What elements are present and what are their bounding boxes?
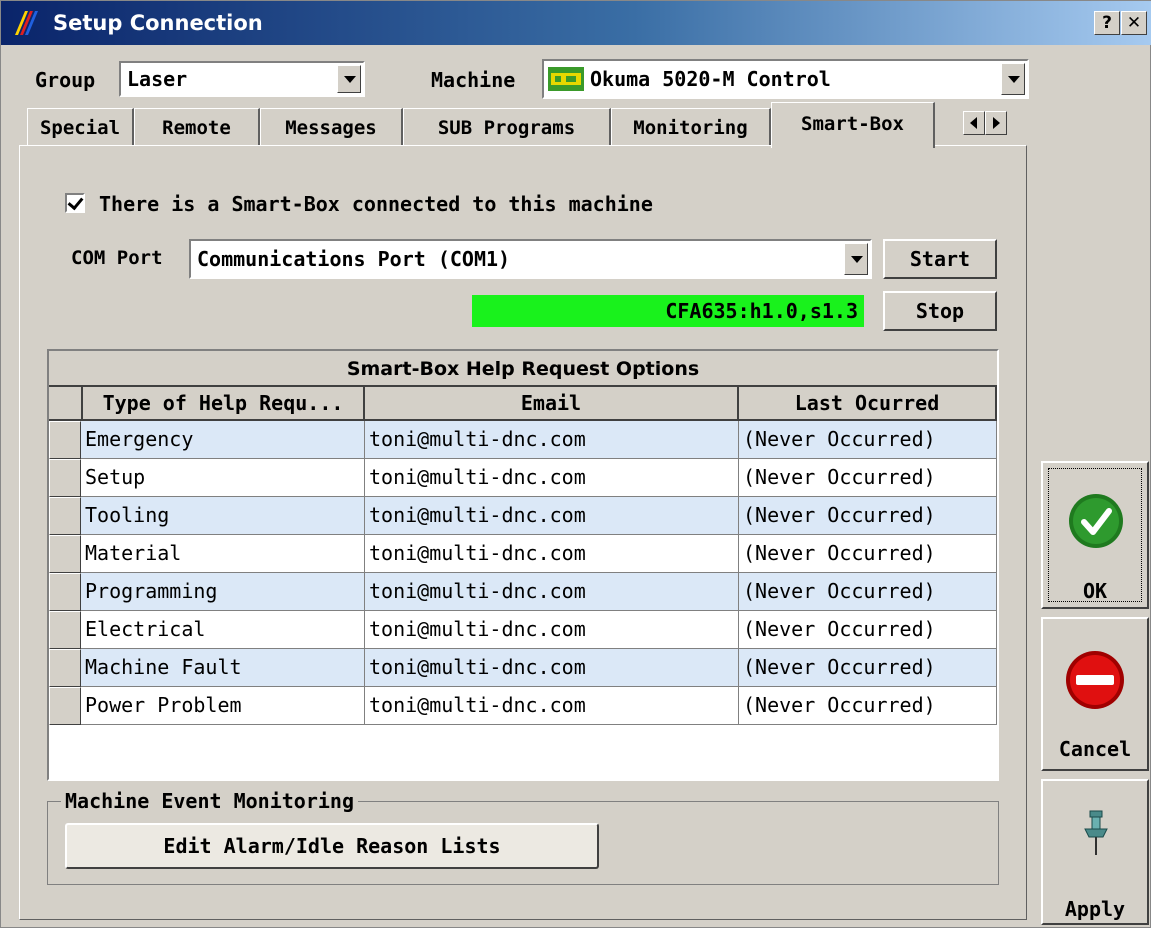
- cell-last-occurred[interactable]: (Never Occurred): [739, 421, 997, 459]
- row-selector[interactable]: [49, 573, 81, 611]
- green-check-icon: [1069, 494, 1123, 548]
- cell-last-occurred[interactable]: (Never Occurred): [739, 687, 997, 725]
- com-port-value: Communications Port (COM1): [197, 247, 511, 271]
- cell-email[interactable]: toni@multi-dnc.com: [365, 649, 739, 687]
- column-header-type[interactable]: Type of Help Requ...: [83, 387, 365, 421]
- tab-scroll-left[interactable]: [963, 111, 985, 135]
- cell-last-occurred[interactable]: (Never Occurred): [739, 611, 997, 649]
- cell-last-occurred[interactable]: (Never Occurred): [739, 649, 997, 687]
- cell-email[interactable]: toni@multi-dnc.com: [365, 459, 739, 497]
- chevron-down-icon[interactable]: [337, 65, 361, 93]
- cell-type[interactable]: Setup: [81, 459, 365, 497]
- machine-select[interactable]: Okuma 5020-M Control: [542, 59, 1029, 99]
- table-row[interactable]: Setup toni@multi-dnc.com (Never Occurred…: [49, 459, 997, 497]
- arrow-left-icon: [970, 117, 977, 129]
- row-selector[interactable]: [49, 459, 81, 497]
- apply-label: Apply: [1064, 897, 1126, 921]
- cell-email[interactable]: toni@multi-dnc.com: [365, 611, 739, 649]
- tab-monitoring[interactable]: Monitoring: [611, 108, 771, 146]
- table-row[interactable]: Machine Fault toni@multi-dnc.com (Never …: [49, 649, 997, 687]
- row-selector[interactable]: [49, 421, 81, 459]
- table-row[interactable]: Programming toni@multi-dnc.com (Never Oc…: [49, 573, 997, 611]
- start-button[interactable]: Start: [883, 239, 997, 279]
- cell-type[interactable]: Material: [81, 535, 365, 573]
- chevron-down-icon[interactable]: [1001, 63, 1025, 95]
- table-row[interactable]: Material toni@multi-dnc.com (Never Occur…: [49, 535, 997, 573]
- tab-remote[interactable]: Remote: [134, 108, 260, 146]
- cell-last-occurred[interactable]: (Never Occurred): [739, 573, 997, 611]
- tab-scroll-right[interactable]: [985, 111, 1007, 135]
- cell-type[interactable]: Electrical: [81, 611, 365, 649]
- pushpin-icon: [1084, 810, 1108, 855]
- edit-alarm-idle-reasons-button[interactable]: Edit Alarm/Idle Reason Lists: [65, 823, 599, 869]
- table-row[interactable]: Power Problem toni@multi-dnc.com (Never …: [49, 687, 997, 725]
- cell-type[interactable]: Emergency: [81, 421, 365, 459]
- smartbox-status: CFA635:h1.0,s1.3: [472, 295, 864, 327]
- cancel-button[interactable]: Cancel: [1041, 617, 1149, 771]
- table-row[interactable]: Emergency toni@multi-dnc.com (Never Occu…: [49, 421, 997, 459]
- cancel-label: Cancel: [1058, 737, 1132, 761]
- red-stop-icon: [1066, 651, 1124, 709]
- cell-last-occurred[interactable]: (Never Occurred): [739, 497, 997, 535]
- cell-email[interactable]: toni@multi-dnc.com: [365, 535, 739, 573]
- machine-event-monitoring-legend: Machine Event Monitoring: [61, 789, 358, 813]
- close-button[interactable]: ✕: [1121, 11, 1147, 35]
- row-selector[interactable]: [49, 687, 81, 725]
- cell-last-occurred[interactable]: (Never Occurred): [739, 459, 997, 497]
- machine-icon: [548, 67, 584, 91]
- row-selector[interactable]: [49, 497, 81, 535]
- help-request-grid: Smart-Box Help Request Options Type of H…: [47, 349, 999, 781]
- table-row[interactable]: Electrical toni@multi-dnc.com (Never Occ…: [49, 611, 997, 649]
- tab-sub-programs[interactable]: SUB Programs: [403, 108, 611, 146]
- cell-last-occurred[interactable]: (Never Occurred): [739, 535, 997, 573]
- row-selector-header: [49, 387, 83, 421]
- tab-smart-box[interactable]: Smart-Box: [771, 102, 935, 148]
- stop-button[interactable]: Stop: [883, 291, 997, 331]
- setup-connection-window: Setup Connection ? ✕ Group Laser Machine…: [0, 0, 1151, 928]
- grid-caption: Smart-Box Help Request Options: [49, 351, 997, 387]
- window-title: Setup Connection: [53, 11, 263, 35]
- cell-type[interactable]: Machine Fault: [81, 649, 365, 687]
- ok-button[interactable]: OK: [1041, 461, 1149, 609]
- cell-email[interactable]: toni@multi-dnc.com: [365, 497, 739, 535]
- group-value: Laser: [127, 67, 188, 91]
- ok-label: OK: [1082, 579, 1108, 603]
- com-port-select[interactable]: Communications Port (COM1): [189, 239, 872, 279]
- group-select[interactable]: Laser: [119, 61, 365, 97]
- row-selector[interactable]: [49, 649, 81, 687]
- cell-type[interactable]: Power Problem: [81, 687, 365, 725]
- cell-email[interactable]: toni@multi-dnc.com: [365, 421, 739, 459]
- group-label: Group: [35, 68, 96, 92]
- cell-type[interactable]: Tooling: [81, 497, 365, 535]
- smartbox-connected-checkbox[interactable]: [65, 193, 85, 213]
- row-selector[interactable]: [49, 535, 81, 573]
- column-header-email[interactable]: Email: [365, 387, 739, 421]
- chevron-down-icon[interactable]: [844, 243, 868, 275]
- tab-special[interactable]: Special: [27, 108, 134, 146]
- com-port-label: COM Port: [71, 247, 163, 269]
- table-row[interactable]: Tooling toni@multi-dnc.com (Never Occurr…: [49, 497, 997, 535]
- smartbox-connected-label: There is a Smart-Box connected to this m…: [99, 192, 653, 216]
- cell-email[interactable]: toni@multi-dnc.com: [365, 687, 739, 725]
- cell-email[interactable]: toni@multi-dnc.com: [365, 573, 739, 611]
- apply-button[interactable]: Apply: [1041, 779, 1149, 925]
- row-selector[interactable]: [49, 611, 81, 649]
- help-button[interactable]: ?: [1094, 11, 1120, 35]
- title-bar[interactable]: Setup Connection ? ✕: [1, 1, 1151, 45]
- arrow-right-icon: [993, 117, 1000, 129]
- pencil-stripes-icon: [15, 11, 38, 35]
- tab-messages[interactable]: Messages: [260, 108, 403, 146]
- cell-type[interactable]: Programming: [81, 573, 365, 611]
- column-header-last-occurred[interactable]: Last Ocurred: [739, 387, 997, 421]
- machine-label: Machine: [431, 68, 516, 92]
- machine-value: Okuma 5020-M Control: [590, 67, 831, 91]
